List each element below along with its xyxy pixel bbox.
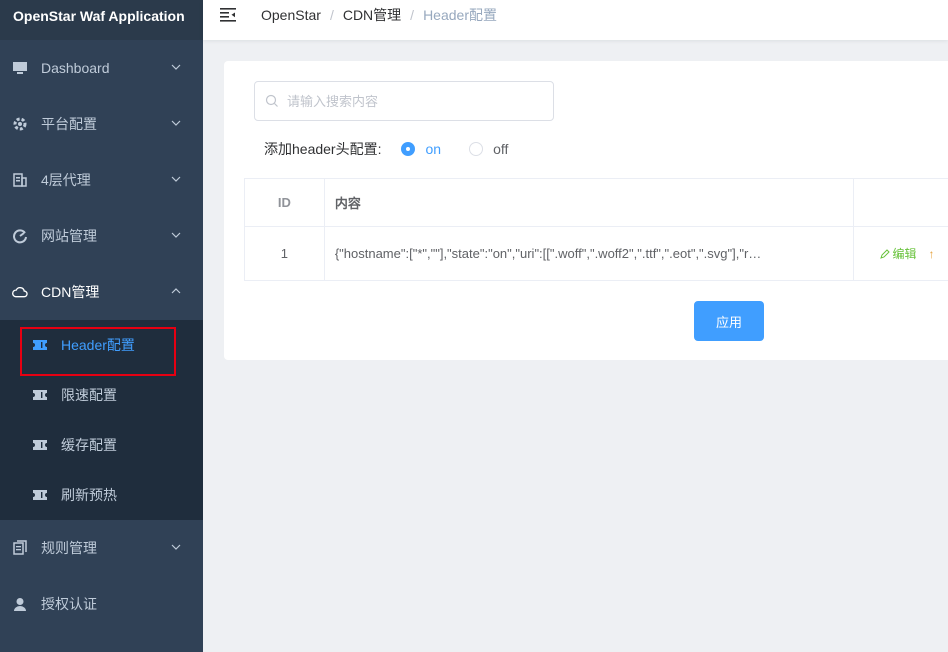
move-up-button[interactable]: ↑: [929, 247, 935, 261]
search-input[interactable]: [285, 92, 535, 110]
sidebar-item-label: 平台配置: [41, 116, 97, 132]
sidebar-subitem-cache-config[interactable]: 缓存配置: [0, 420, 203, 470]
table-row: 1 {"hostname":["*",""],"state":"on","uri…: [244, 226, 948, 281]
table-header-row: ID 内容: [244, 178, 948, 227]
ticket-icon: [32, 437, 48, 453]
edit-label: 编辑: [892, 247, 917, 261]
column-header-content: 内容: [323, 178, 854, 227]
edit-button[interactable]: 编辑: [879, 245, 917, 262]
user-icon: [12, 596, 28, 612]
gauge-icon: [12, 228, 28, 244]
sidebar-item-authorization[interactable]: 授权认证: [0, 576, 203, 632]
sidebar-subitem-rate-limit[interactable]: 限速配置: [0, 370, 203, 420]
breadcrumb-item-current: Header配置: [423, 7, 497, 23]
sidebar-subitem-label: 刷新预热: [61, 487, 117, 503]
gear-icon: [12, 116, 28, 132]
chevron-down-icon: [171, 176, 181, 182]
radio-dot: [469, 142, 484, 156]
sidebar-item-dashboard[interactable]: Dashboard: [0, 40, 203, 96]
sidebar-subitem-label: Header配置: [61, 337, 135, 353]
chevron-down-icon: [171, 64, 181, 70]
chevron-down-icon: [171, 120, 181, 126]
sidebar-subitem-label: 缓存配置: [61, 437, 117, 453]
radio-off[interactable]: off: [469, 141, 508, 157]
sidebar-item-label: CDN管理: [41, 284, 100, 300]
sidebar-item-site-management[interactable]: 网站管理: [0, 208, 203, 264]
sidebar: OpenStar Waf Application Dashboard 平台配置 …: [0, 0, 203, 652]
ticket-icon: [32, 337, 48, 353]
sidebar-item-label: 网站管理: [41, 228, 97, 244]
column-header-id: ID: [244, 178, 325, 227]
ticket-icon: [32, 387, 48, 403]
sidebar-item-l4-proxy[interactable]: 4层代理: [0, 152, 203, 208]
cloud-icon: [12, 284, 28, 300]
sidebar-item-cdn-management[interactable]: CDN管理: [0, 264, 203, 320]
cell-content: {"hostname":["*",""],"state":"on","uri":…: [323, 226, 854, 281]
header-config-table: ID 内容 1 {"hostname":["*",""],"state":"on…: [244, 178, 948, 281]
chevron-up-icon: [171, 288, 181, 294]
hamburger-icon[interactable]: [220, 8, 236, 22]
header-toggle-label: 添加header头配置:: [264, 141, 382, 157]
main-card: 添加header头配置: on off ID 内容 1 {"hostname":…: [224, 61, 948, 360]
sidebar-item-label: 授权认证: [41, 596, 97, 612]
sidebar-subitem-header-config[interactable]: Header配置: [0, 320, 203, 370]
pencil-icon: [879, 249, 890, 259]
chevron-down-icon: [171, 544, 181, 550]
building-icon: [12, 172, 28, 188]
document-icon: [12, 540, 28, 556]
breadcrumb-separator: /: [410, 7, 415, 23]
top-navbar: OpenStar / CDN管理 / Header配置: [203, 0, 948, 40]
breadcrumb-separator: /: [329, 7, 334, 23]
monitor-icon: [12, 60, 28, 76]
cdn-submenu: Header配置 限速配置 缓存配置 刷新预热: [0, 320, 203, 520]
ticket-icon: [32, 487, 48, 503]
radio-on-label: on: [425, 141, 442, 157]
cell-id: 1: [244, 226, 325, 281]
sidebar-item-platform-config[interactable]: 平台配置: [0, 96, 203, 152]
sidebar-subitem-label: 限速配置: [61, 387, 117, 403]
breadcrumb-item-cdn[interactable]: CDN管理: [343, 5, 401, 25]
app-title: OpenStar Waf Application: [0, 0, 203, 40]
radio-dot: [401, 142, 416, 156]
header-toggle-row: 添加header头配置: on off: [264, 139, 536, 159]
sidebar-item-label: Dashboard: [41, 60, 110, 76]
apply-button[interactable]: 应用: [694, 301, 764, 341]
radio-off-label: off: [493, 141, 509, 157]
sidebar-item-label: 4层代理: [41, 172, 91, 188]
breadcrumb-item-openstar[interactable]: OpenStar: [261, 7, 321, 23]
search-icon: [265, 94, 278, 107]
cell-operations: 编辑 ↑: [852, 226, 948, 281]
sidebar-subitem-refresh-preheat[interactable]: 刷新预热: [0, 470, 203, 520]
column-header-operations: [852, 178, 948, 227]
chevron-down-icon: [171, 232, 181, 238]
search-box: [254, 81, 554, 121]
breadcrumb: OpenStar / CDN管理 / Header配置: [261, 5, 497, 25]
sidebar-item-rule-management[interactable]: 规则管理: [0, 520, 203, 576]
sidebar-item-label: 规则管理: [41, 540, 97, 556]
radio-on[interactable]: on: [401, 141, 441, 157]
